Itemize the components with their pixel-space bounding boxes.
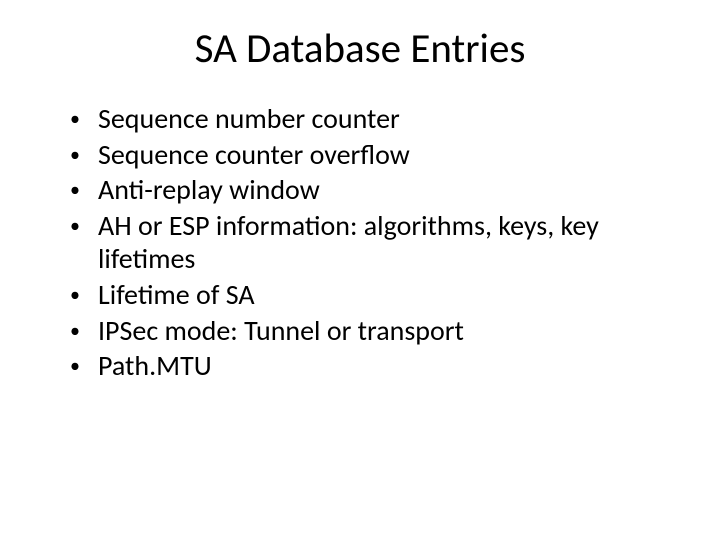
list-item: AH or ESP information: algorithms, keys,… [70, 209, 680, 276]
list-item: Sequence counter overflow [70, 138, 680, 172]
list-item: Anti-replay window [70, 173, 680, 207]
list-item: Lifetime of SA [70, 278, 680, 312]
list-item: Path.MTU [70, 349, 680, 383]
slide-title: SA Database Entries [40, 24, 680, 74]
list-item: IPSec mode: Tunnel or transport [70, 314, 680, 348]
list-item: Sequence number counter [70, 102, 680, 136]
bullet-list: Sequence number counter Sequence counter… [40, 102, 680, 383]
slide: SA Database Entries Sequence number coun… [0, 0, 720, 540]
